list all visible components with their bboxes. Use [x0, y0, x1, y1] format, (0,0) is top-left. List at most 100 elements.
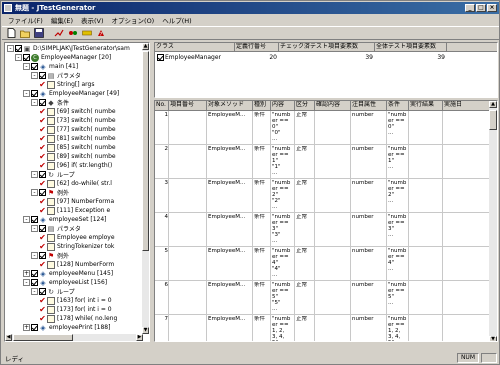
- grid-cell-attr[interactable]: number: [351, 112, 386, 145]
- checked-mark-icon[interactable]: ✔: [39, 125, 46, 134]
- grid-cell-attr[interactable]: number: [351, 146, 386, 179]
- grid-header-kind[interactable]: 種別: [253, 101, 271, 111]
- grid-cell-attr[interactable]: number: [351, 214, 386, 247]
- grid-cell-content[interactable]: "numb er == 2" "2" ...: [271, 180, 294, 213]
- grid-cell-method[interactable]: EmployeeM...: [207, 316, 252, 341]
- grid-header-date[interactable]: 実施日: [443, 101, 491, 111]
- menu-help[interactable]: ヘルプ(H): [158, 15, 195, 25]
- collapse-icon[interactable]: -: [23, 90, 30, 97]
- collapse-icon[interactable]: -: [7, 45, 14, 52]
- tree-node-checkbox[interactable]: [39, 288, 46, 295]
- grid-cell-cond[interactable]: "numb er == 0" ...: [387, 112, 408, 145]
- maximize-button[interactable]: □: [476, 4, 486, 12]
- tree-node[interactable]: ✔ [77] switch( numbe: [39, 125, 116, 134]
- collapse-icon[interactable]: -: [31, 225, 38, 232]
- checked-mark-icon[interactable]: ✔: [39, 206, 46, 215]
- grid-cell-no[interactable]: 3: [155, 180, 169, 213]
- checked-mark-icon[interactable]: ✔: [39, 107, 46, 116]
- tree-node[interactable]: ✔ [128] NumberForm: [39, 260, 114, 269]
- grid-cell-div[interactable]: 正常: [295, 214, 314, 247]
- grid-cell-cond[interactable]: "numb er == 1, 2, 3, 4, 5": [387, 316, 408, 341]
- grid-cell-check[interactable]: [315, 248, 350, 281]
- save-icon[interactable]: [33, 28, 45, 39]
- grid-cell-item[interactable]: [169, 248, 206, 281]
- grid-cell-item[interactable]: [169, 146, 206, 179]
- checked-mark-icon[interactable]: ✔: [39, 314, 46, 323]
- checked-mark-icon[interactable]: ✔: [39, 143, 46, 152]
- grid-cell-attr[interactable]: number: [351, 282, 386, 315]
- collapse-icon[interactable]: -: [23, 216, 30, 223]
- open-folder-icon[interactable]: [19, 28, 31, 39]
- tree-node-checkbox[interactable]: [39, 72, 46, 79]
- tree-scroll-thumb[interactable]: [142, 51, 149, 251]
- tree-node[interactable]: + ◈ employeePrint [188]: [23, 323, 110, 332]
- tree-horizontal-scrollbar[interactable]: ◀ ▶: [5, 334, 143, 341]
- run-icon[interactable]: [67, 28, 79, 39]
- grid-header-method[interactable]: 対象メソッド: [207, 101, 253, 111]
- tree-node-checkbox[interactable]: [39, 225, 46, 232]
- tree-node[interactable]: - C EmployeeManager [20]: [15, 53, 111, 62]
- grid-cell-div[interactable]: 正常: [295, 316, 314, 341]
- checked-mark-icon[interactable]: ✔: [39, 233, 46, 242]
- grid-cell-no[interactable]: 5: [155, 248, 169, 281]
- grid-cell-no[interactable]: 7: [155, 316, 169, 341]
- checked-mark-icon[interactable]: ✔: [39, 134, 46, 143]
- grid-cell-content[interactable]: "numb er == 0" "0" ...: [271, 112, 294, 145]
- collapse-icon[interactable]: -: [23, 279, 30, 286]
- help-icon[interactable]: ?: [95, 28, 107, 39]
- tree-node-checkbox[interactable]: [31, 90, 38, 97]
- grid-cell-no[interactable]: 1: [155, 112, 169, 145]
- grid-scroll-thumb[interactable]: [489, 110, 497, 130]
- checked-mark-icon[interactable]: ✔: [39, 197, 46, 206]
- summary-header-line[interactable]: 定義行番号: [235, 43, 279, 52]
- tree-node[interactable]: - ◆ 条件: [31, 98, 69, 107]
- grid-header-content[interactable]: 内容: [271, 101, 295, 111]
- grid-header-item[interactable]: 項目番号: [169, 101, 207, 111]
- grid-cell-div[interactable]: 正常: [295, 146, 314, 179]
- tree-node[interactable]: ✔ [163] for( int i = 0: [39, 296, 112, 305]
- grid-cell-method[interactable]: EmployeeM...: [207, 214, 252, 247]
- grid-vertical-scrollbar[interactable]: ▲ ▼: [489, 101, 497, 341]
- collapse-icon[interactable]: -: [31, 288, 38, 295]
- grid-cell-cond[interactable]: "numb er == 1" ...: [387, 146, 408, 179]
- grid-cell-no[interactable]: 6: [155, 282, 169, 315]
- grid-cell-method[interactable]: EmployeeM...: [207, 248, 252, 281]
- collapse-icon[interactable]: -: [31, 252, 38, 259]
- tree-node[interactable]: + ◈ employeeMenu [145]: [23, 269, 113, 278]
- grid-cell-cond[interactable]: "numb er == 2" ...: [387, 180, 408, 213]
- tree-node[interactable]: - ◈ employeeList [156]: [23, 278, 107, 287]
- grid-cell-kind[interactable]: 条件: [253, 146, 270, 179]
- grid-cell-method[interactable]: EmployeeM...: [207, 146, 252, 179]
- grid-row[interactable]: 7 EmployeeM...条件 "numb er == 1, 2, 3, 4, 5…: [155, 315, 491, 341]
- grid-cell-check[interactable]: [315, 214, 350, 247]
- test-item-grid[interactable]: No. 項目番号 対象メソッド 種別 内容 区分 確認内容 注目属性 条件 実行結果 実施日 1 Em…: [154, 100, 498, 342]
- tree-node[interactable]: ✔ [173] for( int i = 0: [39, 305, 112, 314]
- tree-vertical-scrollbar[interactable]: ▲ ▼: [142, 43, 149, 334]
- tree-hscroll-thumb[interactable]: [13, 334, 73, 341]
- grid-cell-kind[interactable]: 条件: [253, 180, 270, 213]
- grid-cell-no[interactable]: 4: [155, 214, 169, 247]
- grid-scroll-up-arrow-icon[interactable]: ▲: [489, 101, 497, 108]
- grid-cell-div[interactable]: 正常: [295, 112, 314, 145]
- grid-cell-content[interactable]: "numb er == 5" "5" ...: [271, 282, 294, 315]
- tree-node-checkbox[interactable]: [31, 63, 38, 70]
- scroll-left-arrow-icon[interactable]: ◀: [5, 334, 12, 341]
- grid-cell-kind[interactable]: 条件: [253, 282, 270, 315]
- checked-mark-icon[interactable]: ✔: [39, 152, 46, 161]
- checked-mark-icon[interactable]: ✔: [39, 179, 46, 188]
- tree-node[interactable]: ✔ [69] switch( numbe: [39, 107, 116, 116]
- scroll-up-arrow-icon[interactable]: ▲: [142, 43, 149, 50]
- grid-cell-check[interactable]: [315, 282, 350, 315]
- grid-row[interactable]: 3 EmployeeM... 条件 "numb er == 2" "2" ... 正常 n…: [155, 179, 491, 213]
- tree-node[interactable]: - ⚑ 例外: [31, 251, 69, 260]
- grid-header-div[interactable]: 区分: [295, 101, 315, 111]
- tree-node[interactable]: ✔ [85] switch( numbe: [39, 143, 116, 152]
- tree-node[interactable]: ✔ [97] NumberForma: [39, 197, 114, 206]
- collapse-icon[interactable]: -: [31, 72, 38, 79]
- grid-cell-item[interactable]: [169, 214, 206, 247]
- summary-header-class[interactable]: クラス: [155, 43, 235, 52]
- grid-cell-no[interactable]: 2: [155, 146, 169, 179]
- grid-cell-kind[interactable]: 条件: [253, 316, 270, 341]
- menu-view[interactable]: 表示(V): [77, 15, 108, 25]
- grid-cell-check[interactable]: [315, 316, 350, 341]
